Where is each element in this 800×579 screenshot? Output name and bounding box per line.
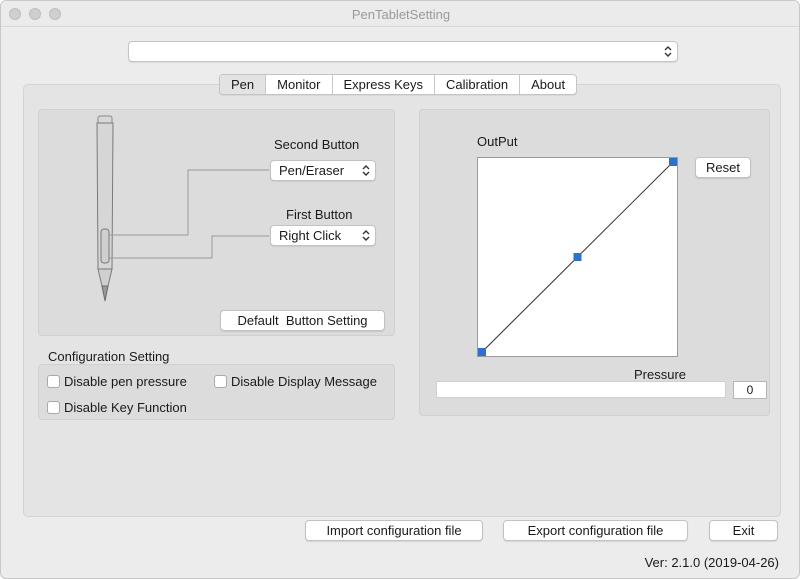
chevron-updown-icon: [362, 165, 370, 176]
chevron-updown-icon: [362, 230, 370, 241]
disable-pen-pressure-option[interactable]: Disable pen pressure: [47, 374, 187, 389]
pressure-value: 0: [733, 381, 767, 399]
window-title: PenTabletSetting: [351, 7, 451, 22]
disable-key-function-label: Disable Key Function: [64, 400, 187, 415]
pressure-curve[interactable]: [478, 158, 677, 356]
second-button-value: Pen/Eraser: [279, 163, 345, 178]
tab-express-keys[interactable]: Express Keys: [333, 75, 435, 94]
curve-control-point-1[interactable]: [573, 253, 582, 261]
disable-pen-pressure-label: Disable pen pressure: [64, 374, 187, 389]
tab-monitor[interactable]: Monitor: [266, 75, 333, 94]
tab-calibration[interactable]: Calibration: [435, 75, 521, 94]
disable-display-message-label: Disable Display Message: [231, 374, 377, 389]
first-button-value: Right Click: [279, 228, 342, 243]
second-button-select[interactable]: Pen/Eraser: [270, 160, 376, 181]
default-button-setting-button[interactable]: Default Button Setting: [220, 310, 385, 331]
curve-control-point-0[interactable]: [478, 348, 486, 356]
first-button-label: First Button: [286, 207, 353, 222]
configuration-setting-title: Configuration Setting: [48, 349, 170, 364]
tab-bar: Pen Monitor Express Keys Calibration Abo…: [219, 74, 578, 95]
output-label: OutPut: [477, 134, 518, 149]
pressure-meter: [436, 381, 726, 398]
curve-control-point-2[interactable]: [669, 158, 677, 166]
app-window: PenTabletSetting Pen Monitor Express Key…: [0, 0, 800, 579]
tab-pen[interactable]: Pen: [220, 75, 267, 94]
pressure-curve-plot[interactable]: [477, 157, 678, 357]
tab-about[interactable]: About: [520, 75, 576, 94]
device-select[interactable]: [128, 41, 678, 62]
import-configuration-button[interactable]: Import configuration file: [305, 520, 483, 541]
exit-button[interactable]: Exit: [709, 520, 778, 541]
second-button-label: Second Button: [274, 137, 360, 152]
export-configuration-button[interactable]: Export configuration file: [503, 520, 688, 541]
disable-key-function-checkbox[interactable]: [47, 401, 60, 414]
disable-pen-pressure-checkbox[interactable]: [47, 375, 60, 388]
version-text: Ver: 2.1.0 (2019-04-26): [644, 555, 779, 570]
reset-button[interactable]: Reset: [695, 157, 751, 178]
disable-display-message-checkbox[interactable]: [214, 375, 227, 388]
title-bar: PenTabletSetting: [1, 1, 799, 27]
disable-display-message-option[interactable]: Disable Display Message: [214, 374, 377, 389]
pressure-label: Pressure: [634, 367, 687, 382]
chevron-updown-icon: [664, 46, 672, 57]
disable-key-function-option[interactable]: Disable Key Function: [47, 400, 187, 415]
first-button-select[interactable]: Right Click: [270, 225, 376, 246]
